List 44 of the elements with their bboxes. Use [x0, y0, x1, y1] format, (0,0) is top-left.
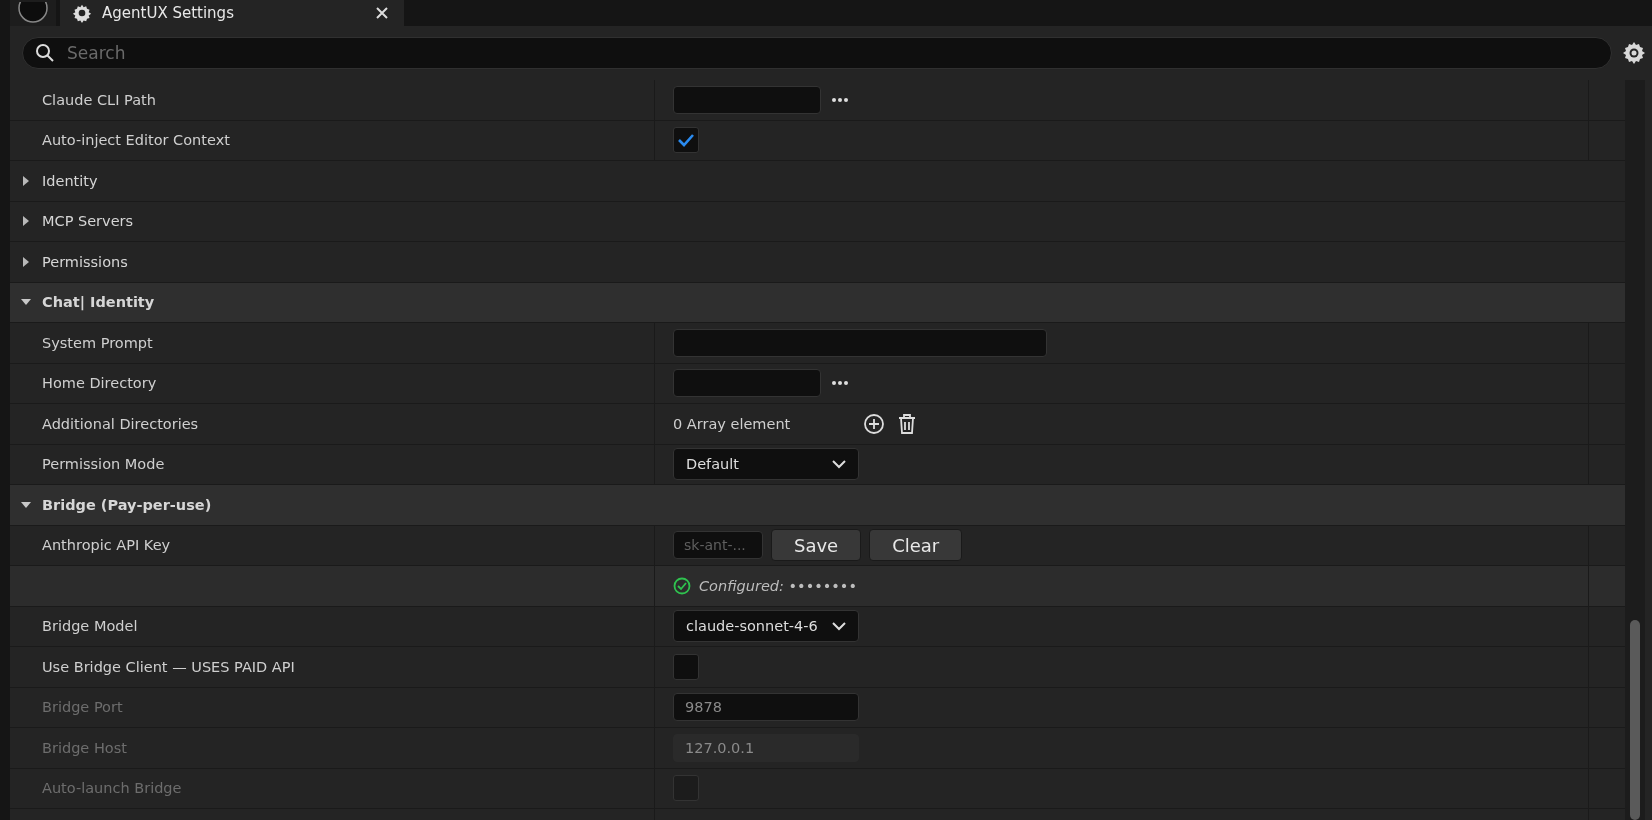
category-label: Bridge (Pay-per-use) — [42, 496, 212, 513]
property-label: Auto-launch Bridge — [42, 780, 182, 797]
gear-icon — [72, 3, 92, 23]
property-label: Permission Mode — [42, 456, 165, 473]
search-icon — [35, 43, 55, 63]
property-label: System Prompt — [42, 334, 153, 351]
property-label: Auto-inject Editor Context — [42, 132, 230, 149]
checkmark-icon — [677, 133, 695, 148]
category-label: Identity — [42, 172, 98, 189]
dropdown[interactable]: claude-sonnet-4-6 — [673, 610, 859, 643]
check-circle-icon — [673, 576, 691, 595]
checkbox[interactable] — [673, 127, 699, 154]
chevron-down-icon — [832, 459, 846, 469]
category-row[interactable]: Chat| Identity — [10, 282, 1625, 323]
property-label: Claude CLI Path — [42, 91, 156, 108]
search-field[interactable]: Search — [22, 37, 1612, 69]
property-label: Bridge Model — [42, 618, 138, 635]
checkbox[interactable] — [673, 653, 699, 680]
search-input[interactable]: Search — [65, 42, 1599, 64]
category-label: Permissions — [42, 253, 128, 270]
property-label: Anthropic API Key — [42, 537, 171, 554]
property-label: Additional Directories — [42, 415, 199, 432]
chevron-down-icon — [832, 621, 846, 631]
api-key-field[interactable]: sk-ant-... — [673, 531, 763, 560]
property-label: Bridge Port — [42, 699, 123, 716]
scrollbar[interactable] — [1625, 80, 1645, 820]
property-label: Use Bridge Client — USES PAID API — [42, 658, 295, 675]
tab-title: AgentUX Settings — [102, 4, 235, 22]
status-text: Configured: •••••••• — [699, 577, 857, 594]
category-label: Chat| Identity — [42, 294, 155, 311]
logo-icon[interactable] — [18, 2, 48, 24]
save-button[interactable]: Save — [771, 529, 862, 562]
path-field[interactable] — [673, 369, 821, 398]
category-label: MCP Servers — [42, 213, 134, 230]
path-field[interactable] — [673, 85, 821, 114]
text-field[interactable] — [673, 328, 1047, 357]
settings-icon[interactable] — [1622, 41, 1646, 65]
dropdown[interactable]: Default — [673, 448, 859, 481]
property-label: Bridge Host — [42, 739, 127, 756]
array-count: 0 Array element — [673, 415, 792, 432]
clear-button[interactable]: Clear — [869, 529, 963, 562]
tab[interactable]: AgentUX Settings — [60, 0, 404, 26]
category-row[interactable]: Bridge (Pay-per-use) — [10, 485, 1625, 526]
property-label: Home Directory — [42, 375, 157, 392]
